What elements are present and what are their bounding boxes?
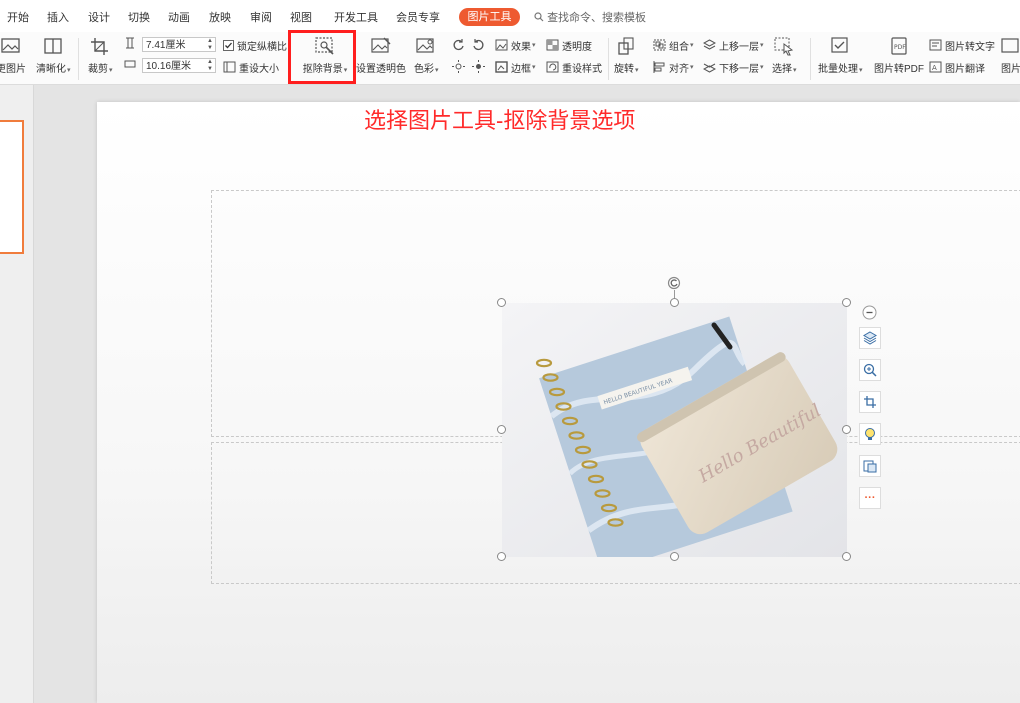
zoom-in-icon (863, 363, 877, 377)
resize-handle-bottom[interactable] (670, 552, 679, 561)
sharpen-button[interactable]: 清晰化▾ (36, 32, 71, 75)
send-backward-button[interactable]: 下移一层 ▾ (703, 59, 764, 75)
resize-handle-top-right[interactable] (842, 298, 851, 307)
pic-translate-button[interactable]: A 图片翻译 (929, 59, 985, 75)
slide-title: 选择图片工具-抠除背景选项 (364, 108, 636, 133)
reset-size-button[interactable]: 重设大小 (223, 59, 279, 75)
select-button[interactable]: 选择▾ (772, 32, 797, 75)
svg-text:A: A (932, 64, 937, 72)
send-backward-icon (703, 63, 716, 73)
set-transparent-color-button[interactable]: 设置透明色 (356, 32, 406, 75)
brightness-down-icon[interactable] (472, 60, 485, 73)
bring-forward-icon (703, 39, 716, 50)
resize-handle-right[interactable] (842, 425, 851, 434)
tab-transition[interactable]: 切换 (128, 9, 150, 25)
crop-button[interactable]: 裁剪▾ (88, 32, 113, 75)
pic-to-text-button[interactable]: 图片转文字 (929, 37, 995, 53)
effects-button[interactable]: 效果 ▾ (495, 37, 536, 53)
reset-style-icon (546, 61, 559, 73)
rotate-icon (618, 37, 634, 55)
brightness-up-icon[interactable] (452, 60, 465, 73)
transparency-button[interactable]: 透明度 (546, 37, 592, 53)
more-button[interactable]: ··· (859, 487, 881, 509)
select-icon (774, 37, 794, 56)
pic-to-text-icon (929, 39, 942, 51)
resize-handle-bottom-left[interactable] (497, 552, 506, 561)
image-icon (1001, 38, 1019, 53)
width-icon (124, 60, 136, 68)
translate-icon: A (929, 61, 942, 73)
crop-icon (91, 38, 109, 55)
reset-style-button[interactable]: 重设样式 (546, 59, 602, 75)
rotate-handle-icon[interactable] (667, 276, 681, 290)
image-icon (1, 38, 20, 53)
change-picture-button[interactable]: 更图片 (0, 32, 26, 75)
tab-member[interactable]: 会员专享 (396, 9, 440, 25)
border-icon (495, 61, 508, 73)
crop-icon (864, 396, 876, 408)
selected-picture[interactable]: HELLO BEAUTIFUL YEAR Hello Beautiful (502, 303, 847, 557)
menu-bar: 开始 插入 设计 切换 动画 放映 审阅 视图 开发工具 会员专享 图片工具 查… (0, 0, 1020, 33)
effects-icon (495, 39, 508, 51)
group-icon (653, 39, 666, 51)
height-input[interactable]: 7.41厘米 ▲ ▼ (142, 37, 216, 52)
spinner-arrows-icon[interactable]: ▲ ▼ (207, 38, 213, 52)
rotate-left-icon[interactable] (452, 38, 465, 51)
batch-process-icon (831, 37, 848, 53)
tab-review[interactable]: 审阅 (250, 9, 272, 25)
search-placeholder: 查找命令、搜索模板 (547, 12, 647, 24)
crop-side-button[interactable] (859, 391, 881, 413)
tab-picture-tools[interactable]: 图片工具 (459, 8, 520, 26)
lock-ratio-checkbox[interactable]: 锁定纵横比 (223, 37, 287, 53)
tab-developer[interactable]: 开发工具 (334, 9, 378, 25)
layers-button[interactable] (859, 327, 881, 349)
tab-view[interactable]: 视图 (290, 9, 312, 25)
sharpen-icon (44, 38, 62, 54)
transparent-color-icon (371, 37, 391, 53)
search-icon (534, 12, 544, 22)
rotate-button[interactable]: 旋转▾ (614, 32, 639, 75)
slide-thumbnail[interactable] (0, 120, 24, 254)
group-button[interactable]: 组合 ▾ (653, 37, 694, 53)
resize-handle-bottom-right[interactable] (842, 552, 851, 561)
pdf-icon: PDF (891, 37, 907, 55)
transparency-icon (546, 39, 559, 51)
notebook-pouch-photo: HELLO BEAUTIFUL YEAR Hello Beautiful (502, 303, 847, 557)
rotate-right-icon[interactable] (472, 38, 485, 51)
lightbulb-icon (865, 428, 875, 440)
remove-background-highlight (288, 30, 356, 84)
tab-design[interactable]: 设计 (88, 9, 110, 25)
tab-home[interactable]: 开始 (7, 9, 29, 25)
tab-animation[interactable]: 动画 (168, 9, 190, 25)
zoom-button[interactable] (859, 359, 881, 381)
tab-slideshow[interactable]: 放映 (209, 9, 231, 25)
color-icon (416, 38, 434, 53)
layers-icon (863, 331, 877, 345)
bring-forward-button[interactable]: 上移一层 ▾ (703, 37, 764, 53)
tab-insert[interactable]: 插入 (47, 9, 69, 25)
checkbox-checked-icon (223, 39, 234, 51)
resize-handle-left[interactable] (497, 425, 506, 434)
svg-text:PDF: PDF (894, 44, 906, 51)
resize-handle-top-left[interactable] (497, 298, 506, 307)
ribbon-toolbar: 更图片 清晰化▾ 裁剪▾ 7.41厘米 ▲ ▼ 10.16厘米 ▲ ▼ 锁定纵横比 重设… (0, 32, 1020, 85)
pic-more-button[interactable]: 图片 (1000, 32, 1020, 75)
border-button[interactable]: 边框 ▾ (495, 59, 536, 75)
smart-tips-button[interactable] (859, 423, 881, 445)
picture-to-pdf-icon (863, 460, 877, 473)
spinner-arrows-icon[interactable]: ▲ ▼ (207, 59, 213, 73)
command-search[interactable]: 查找命令、搜索模板 (534, 9, 646, 25)
height-icon (126, 37, 134, 49)
align-icon (653, 61, 665, 73)
width-input[interactable]: 10.16厘米 ▲ ▼ (142, 58, 216, 73)
align-button[interactable]: 对齐 ▾ (653, 59, 694, 75)
collapse-icon[interactable] (862, 305, 877, 320)
convert-button[interactable] (859, 455, 881, 477)
pic-to-pdf-button[interactable]: PDF 图片转PDF (874, 32, 924, 75)
resize-handle-top[interactable] (670, 298, 679, 307)
color-button[interactable]: 色彩▾ (414, 32, 439, 75)
reset-size-icon (223, 61, 236, 73)
batch-process-button[interactable]: 批量处理▾ (818, 32, 863, 75)
